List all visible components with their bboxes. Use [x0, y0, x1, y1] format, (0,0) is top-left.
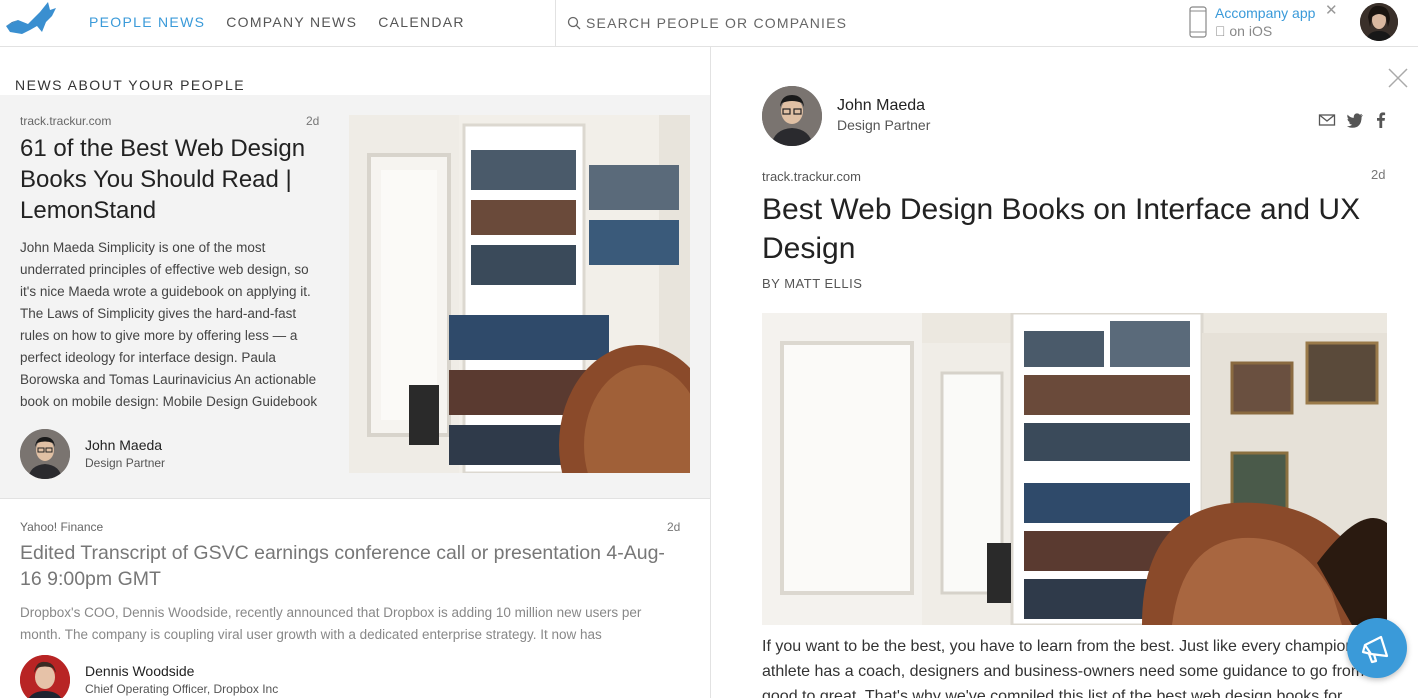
- card-person[interactable]: Dennis Woodside Chief Operating Officer,…: [20, 655, 278, 698]
- card-image[interactable]: [349, 115, 690, 473]
- person-role: Design Partner: [85, 456, 166, 470]
- author-name[interactable]: John Maeda: [837, 97, 925, 115]
- search-bar: [555, 0, 1175, 47]
- author-avatar[interactable]: [762, 86, 822, 146]
- card-excerpt: Dropbox's COO, Dennis Woodside, recently…: [20, 605, 642, 642]
- article-panel: John Maeda Design Partner track.trackur.…: [712, 47, 1418, 698]
- avatar-image: [20, 655, 70, 698]
- search-icon: [567, 16, 581, 30]
- card-source: track.trackur.com: [20, 114, 112, 128]
- card-title[interactable]: Edited Transcript of GSVC earnings confe…: [20, 540, 680, 592]
- app-platform-label:  on iOS: [1215, 23, 1272, 39]
- article-age: 2d: [1371, 167, 1386, 182]
- app-download-link[interactable]: Accompany app: [1215, 5, 1315, 21]
- section-title: NEWS ABOUT YOUR PEOPLE: [15, 77, 246, 93]
- nav-calendar[interactable]: CALENDAR: [378, 14, 465, 30]
- app-promo: Accompany app  on iOS ✕: [1188, 1, 1348, 42]
- person-info: Dennis Woodside Chief Operating Officer,…: [85, 662, 278, 698]
- avatar-image: [20, 429, 70, 479]
- avatar-image: [762, 86, 822, 146]
- avatar: [20, 429, 70, 479]
- facebook-share-icon[interactable]: [1372, 111, 1390, 129]
- card-source: Yahoo! Finance: [20, 520, 104, 534]
- person-info: John Maeda Design Partner: [85, 436, 165, 472]
- bookshelf-image: [349, 115, 690, 473]
- person-role: Chief Operating Officer, Dropbox Inc: [85, 682, 279, 696]
- nav-people-news[interactable]: PEOPLE NEWS: [89, 14, 205, 30]
- app-platform-text: on iOS: [1215, 23, 1272, 39]
- megaphone-icon: [1361, 635, 1389, 664]
- author-role: Design Partner: [837, 117, 931, 133]
- card-title[interactable]: 61 of the Best Web Design Books You Shou…: [20, 133, 330, 226]
- person-name: John Maeda: [85, 437, 163, 453]
- bookshelf-room-image: [762, 313, 1387, 625]
- person-name: Dennis Woodside: [85, 663, 195, 679]
- news-card[interactable]: track.trackur.com 2d 61 of the Best Web …: [0, 95, 710, 499]
- avatar-image: [1360, 3, 1398, 41]
- card-excerpt: John Maeda Simplicity is one of the most…: [20, 240, 318, 409]
- close-icon[interactable]: ✕: [1325, 1, 1338, 19]
- phone-icon: [1189, 6, 1207, 38]
- feedback-button[interactable]: [1347, 618, 1407, 678]
- article-body: If you want to be the best, you have to …: [762, 638, 1365, 698]
- search-input[interactable]: [586, 12, 1146, 34]
- main-nav: PEOPLE NEWS COMPANY NEWS CALENDAR: [89, 14, 465, 30]
- fox-logo-icon[interactable]: [4, 0, 58, 40]
- article-title: Best Web Design Books on Interface and U…: [762, 193, 1361, 265]
- email-share-icon[interactable]: [1318, 111, 1336, 129]
- news-card[interactable]: Yahoo! Finance 2d Edited Transcript of G…: [0, 500, 710, 698]
- card-age: 2d: [306, 114, 320, 128]
- article-image: [762, 313, 1387, 625]
- card-age: 2d: [667, 520, 681, 534]
- card-person[interactable]: John Maeda Design Partner: [20, 429, 165, 479]
- news-feed: NEWS ABOUT YOUR PEOPLE track.trackur.com…: [0, 47, 711, 698]
- article-byline: BY MATT ELLIS: [762, 276, 863, 291]
- article-source[interactable]: track.trackur.com: [762, 169, 861, 184]
- avatar: [20, 655, 70, 698]
- twitter-share-icon[interactable]: [1346, 111, 1364, 129]
- top-bar: PEOPLE NEWS COMPANY NEWS CALENDAR Accomp…: [0, 0, 1418, 47]
- nav-company-news[interactable]: COMPANY NEWS: [226, 14, 357, 30]
- close-icon[interactable]: [1387, 67, 1409, 89]
- apple-icon: : [1215, 23, 1226, 39]
- user-avatar[interactable]: [1360, 3, 1398, 41]
